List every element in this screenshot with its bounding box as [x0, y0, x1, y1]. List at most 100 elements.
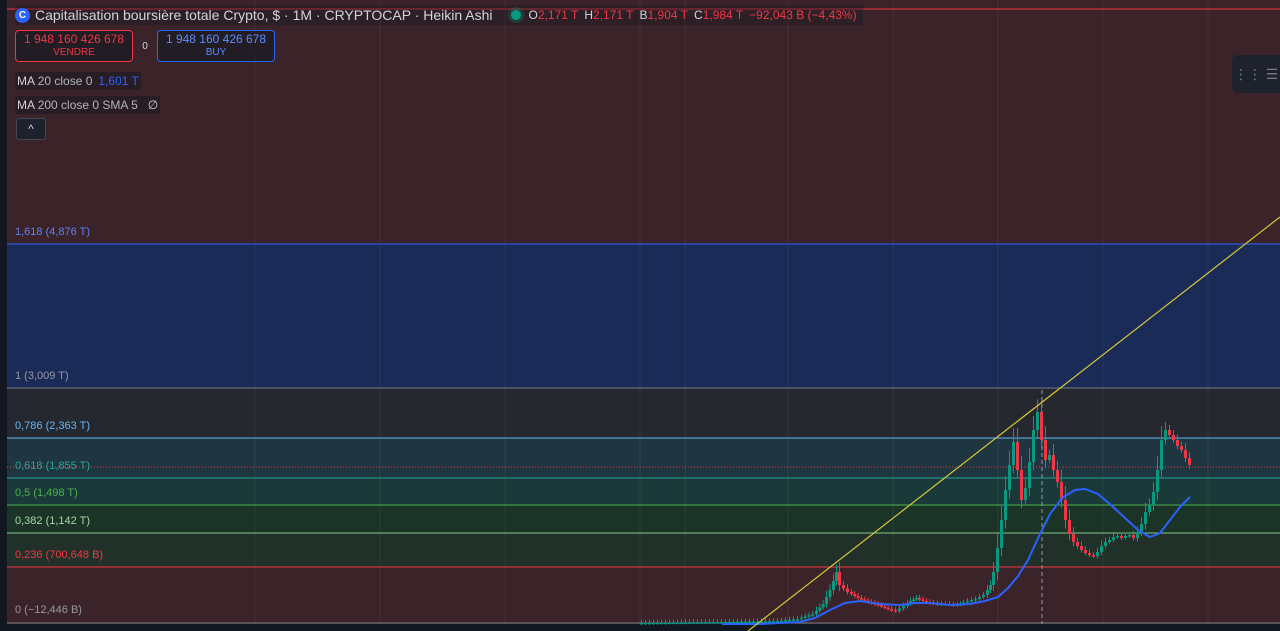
candle-body [1024, 488, 1027, 500]
candle-body [740, 621, 743, 624]
candle-body [918, 598, 921, 600]
candle-body [1164, 430, 1167, 440]
left-border [0, 0, 7, 631]
fib-label-0786: 0,786 (2,363 T) [15, 420, 91, 432]
candle-body [1072, 534, 1075, 542]
indicator-ma200[interactable]: MA 200 close 0 SMA 5 ∅ [15, 96, 161, 114]
sell-price: 1 948 160 426 678 [23, 32, 125, 46]
candle-body [974, 599, 977, 601]
candle-body [1128, 535, 1131, 537]
buy-label: BUY [205, 47, 227, 58]
fib-label-05: 0,5 (1,498 T) [15, 487, 78, 499]
candle-body [748, 621, 751, 623]
candle-body [1104, 542, 1107, 546]
candle-body [1124, 536, 1127, 538]
candle-body [1020, 470, 1023, 500]
ma200-value: ∅ [147, 98, 159, 112]
candle-body [1092, 555, 1095, 557]
candle-body [1068, 520, 1071, 534]
candle-body [966, 601, 969, 603]
drag-handle-icon[interactable]: ⋮⋮ [1234, 66, 1262, 83]
candle-body [1188, 458, 1191, 465]
candle-body [856, 596, 860, 598]
candle-body [807, 615, 811, 617]
candle-body [1176, 440, 1179, 446]
candle-body [752, 621, 755, 623]
collapse-indicators-button[interactable]: ^ [16, 118, 46, 140]
candle-body [842, 585, 845, 589]
candle-body [898, 608, 901, 611]
candle-body [1008, 465, 1011, 490]
trade-buttons: 1 948 160 426 678 VENDRE 0 1 948 160 426… [15, 30, 275, 62]
candle-body [648, 622, 651, 625]
ma20-name: MA [17, 74, 35, 88]
candle-body [800, 617, 803, 620]
candle-body [846, 588, 849, 592]
candle-body [818, 607, 822, 611]
high-value: 2,171 T [593, 8, 634, 22]
candle-body [764, 621, 767, 623]
ma200-params: 200 close 0 SMA 5 [37, 98, 138, 112]
candle-body [1044, 440, 1047, 460]
candle-body [792, 619, 795, 621]
candle-body [744, 621, 747, 624]
candle-body [832, 581, 835, 590]
candle-body [1076, 542, 1079, 546]
candle-body [838, 572, 841, 585]
fib-label-1: 1 (3,009 T) [15, 370, 69, 382]
candle-body [640, 622, 643, 625]
sell-label: VENDRE [53, 47, 95, 58]
candle-body [970, 600, 973, 602]
open-value: 2,171 T [537, 8, 579, 22]
candle-body [1180, 446, 1183, 450]
candle-body [890, 609, 893, 611]
symbol-header: C Capitalisation boursière totale Crypto… [15, 5, 863, 25]
market-status-icon[interactable] [510, 10, 521, 20]
indicator-ma20[interactable]: MA 20 close 0 1,601 T [15, 72, 141, 90]
candle-body [712, 622, 715, 624]
candle-body [652, 622, 655, 625]
low-label: B [639, 8, 648, 22]
low-value: 1,904 T [647, 8, 689, 22]
candle-body [821, 604, 825, 608]
candle-body [736, 621, 739, 624]
buy-price: 1 948 160 426 678 [165, 32, 267, 46]
ma20-value: 1,601 T [98, 74, 139, 88]
candle-body [1172, 435, 1175, 440]
candle-body [1032, 430, 1035, 462]
price-chart[interactable] [0, 0, 1280, 631]
candle-body [1152, 492, 1155, 505]
candle-body [676, 622, 679, 624]
fib-zone-0236 [7, 567, 1280, 624]
fib-label-0236: 0,236 (700,648 B) [15, 549, 104, 561]
candle-body [692, 622, 695, 624]
candle-body [660, 622, 663, 625]
fib-label-0: 0 (−12,446 B) [15, 604, 82, 616]
candle-body [656, 622, 659, 625]
candle-body [696, 622, 699, 624]
candle-body [915, 598, 918, 600]
candle-body [1112, 537, 1115, 540]
candle-body [1144, 512, 1147, 524]
candle-body [815, 610, 818, 614]
candle-body [989, 585, 992, 590]
candle-body [811, 614, 815, 616]
candle-body [684, 622, 687, 624]
candle-body [1120, 536, 1123, 538]
high-label: H [584, 8, 594, 22]
object-tree-widget[interactable]: ⋮⋮ ☰ [1232, 55, 1280, 93]
close-label: C [694, 8, 703, 22]
spread-value: 0 [142, 40, 148, 52]
menu-lines-icon[interactable]: ☰ [1266, 66, 1279, 83]
open-label: O [528, 8, 538, 22]
symbol-title[interactable]: Capitalisation boursière totale Crypto, … [35, 7, 493, 23]
sell-button[interactable]: 1 948 160 426 678 VENDRE [15, 30, 133, 62]
candle-body [835, 572, 838, 581]
buy-button[interactable]: 1 948 160 426 678 BUY [157, 30, 275, 62]
fib-zone-1 [7, 388, 1280, 438]
fib-label-0382: 0,382 (1,142 T) [15, 515, 91, 527]
candle-body [1084, 550, 1087, 553]
candle-body [1028, 462, 1031, 488]
candle-body [768, 621, 771, 623]
candle-body [1064, 500, 1067, 520]
